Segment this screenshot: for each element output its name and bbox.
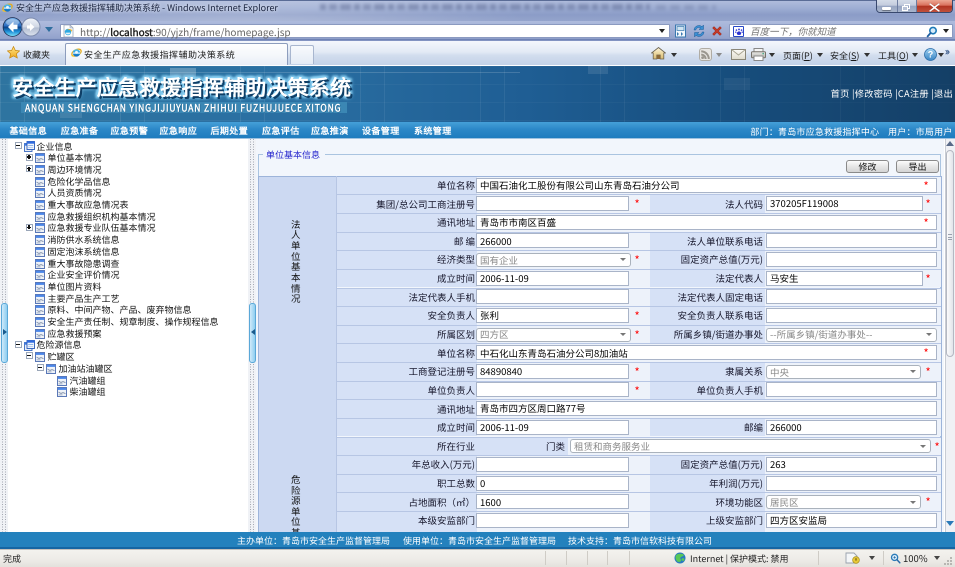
svg-text:?: ? (928, 50, 934, 60)
